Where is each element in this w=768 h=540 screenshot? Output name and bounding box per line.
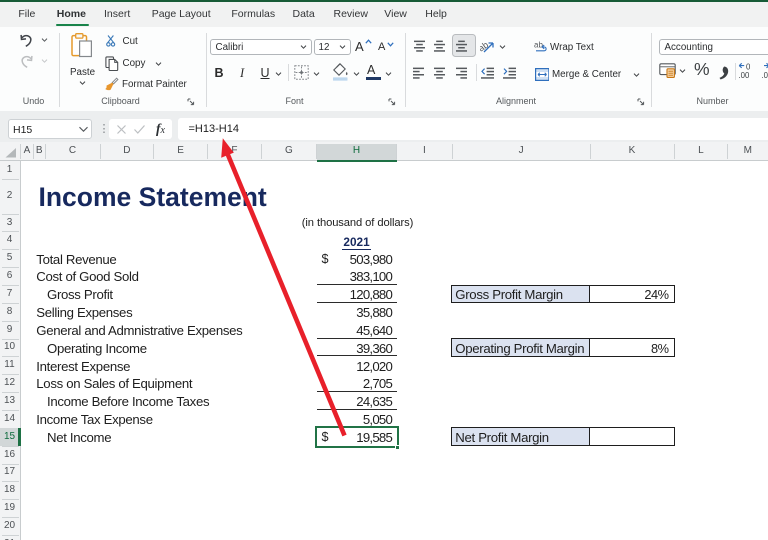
- svg-text:.0: .0: [762, 71, 768, 80]
- svg-text:ab: ab: [534, 41, 543, 50]
- svg-text:.00: .00: [739, 71, 751, 80]
